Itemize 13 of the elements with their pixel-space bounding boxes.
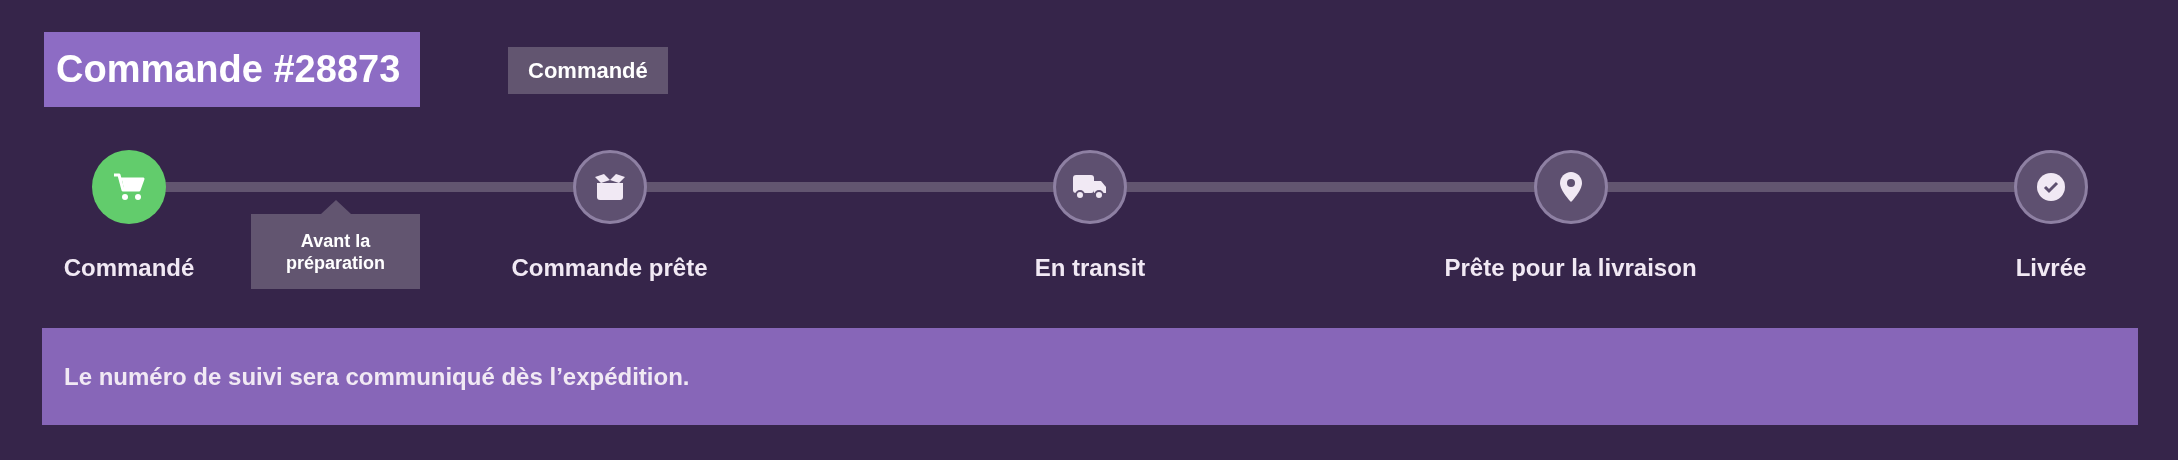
step-label: Prête pour la livraison: [1444, 254, 1697, 282]
cart-icon: [113, 172, 145, 202]
info-banner: Le numéro de suivi sera communiqué dès l’expédition.: [42, 328, 2138, 425]
truck-icon: [1072, 173, 1108, 201]
step-label: Commande prête: [511, 254, 708, 282]
step-label: En transit: [1034, 254, 1146, 282]
map-pin-icon: [1558, 171, 1583, 203]
check-circle-icon: [2036, 172, 2066, 202]
tooltip: Avant la préparation: [251, 214, 420, 289]
step-label: Commandé: [63, 254, 195, 282]
step-label: Livrée: [2015, 254, 2087, 282]
status-chip: Commandé: [508, 47, 668, 94]
order-title: Commande #28873: [44, 32, 420, 107]
